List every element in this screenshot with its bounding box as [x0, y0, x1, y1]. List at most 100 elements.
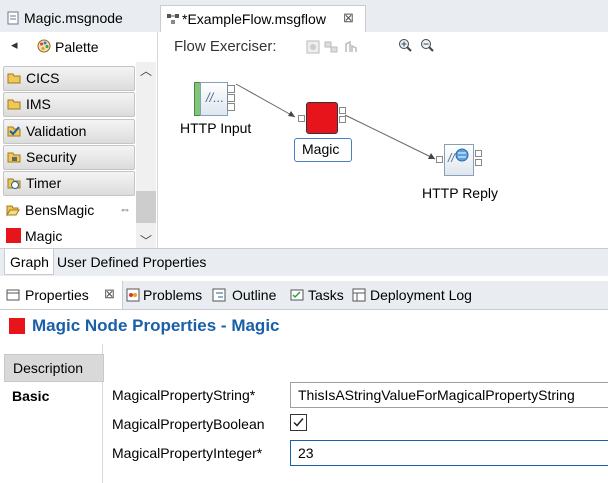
http-input-icon: //... [200, 82, 228, 116]
tab-problems[interactable]: Problems [124, 281, 208, 309]
boolean-property-label: MagicalPropertyBoolean [112, 416, 265, 432]
file-icon [7, 11, 19, 25]
terminal [436, 156, 443, 163]
log-icon [352, 288, 366, 302]
view-tab-bar: Properties ⊠ Problems Outline Tasks Depl… [0, 281, 608, 310]
tab-deployment-log-label: Deployment Log [370, 287, 472, 303]
drawer-validation[interactable]: Validation [3, 119, 135, 144]
drawer-bensmagic[interactable]: BensMagic ⇔ [3, 199, 133, 222]
drawer-security[interactable]: Security [3, 145, 135, 170]
checkmark-folder-icon [7, 126, 21, 137]
flow-canvas[interactable]: Flow Exerciser: //... HTTP Input Magic /… [158, 32, 608, 248]
section-basic[interactable]: Basic [4, 382, 102, 408]
tab-exampleflow-msgflow[interactable]: *ExampleFlow.msgflow ⊠ [160, 5, 366, 33]
integer-property-label: MagicalPropertyInteger* [112, 445, 263, 461]
globe-icon [455, 148, 469, 162]
scroll-up-icon[interactable]: ︿ [140, 62, 152, 79]
magic-node[interactable] [298, 102, 348, 136]
magic-node-label-box[interactable]: Magic [294, 138, 352, 162]
tab-deployment-log[interactable]: Deployment Log [350, 281, 486, 309]
palette-header: ◂ Palette [0, 32, 157, 60]
scroll-down-icon[interactable]: ﹀ [140, 232, 152, 249]
tab-properties-label: Properties [25, 287, 89, 303]
magic-node-icon [9, 318, 25, 334]
palette-item-magic-label: Magic [25, 228, 63, 244]
tab-magic-msgnode-label: Magic.msgnode [24, 10, 123, 26]
drawer-cics-label: CICS [26, 70, 60, 86]
tab-udp-label: User Defined Properties [57, 254, 207, 270]
tab-magic-msgnode[interactable]: Magic.msgnode [0, 5, 155, 32]
terminal [227, 103, 235, 111]
tab-user-defined-properties[interactable]: User Defined Properties [54, 249, 218, 274]
terminal [339, 116, 346, 123]
flow-connections [235, 83, 436, 160]
http-input-node[interactable]: //... [194, 82, 235, 116]
terminal [475, 150, 482, 157]
connection-magic-to-reply [344, 114, 436, 160]
section-list: Description Basic [4, 344, 104, 483]
string-property-label: MagicalPropertyString* [112, 387, 256, 403]
tab-exampleflow-label: *ExampleFlow.msgflow [182, 11, 326, 27]
properties-panel: Magic Node Properties - Magic Descriptio… [0, 310, 608, 483]
close-tab-icon[interactable]: ⊠ [343, 10, 354, 26]
magic-node-icon [6, 228, 21, 243]
connection-input-to-magic [235, 83, 296, 118]
section-description[interactable]: Description [4, 354, 104, 382]
close-tab-icon[interactable]: ⊠ [104, 286, 115, 302]
drawer-ims-label: IMS [26, 96, 51, 112]
properties-title: Magic Node Properties - Magic [32, 316, 280, 335]
terminal [227, 85, 235, 93]
http-reply-label: HTTP Reply [422, 185, 498, 201]
drawer-timer[interactable]: Timer [3, 171, 135, 196]
editor-tab-bar: Magic.msgnode *ExampleFlow.msgflow ⊠ [0, 0, 608, 33]
tab-outline[interactable]: Outline [210, 281, 286, 309]
drawer-validation-label: Validation [26, 123, 87, 139]
drawer-security-label: Security [26, 149, 77, 165]
pin-drawer-icon[interactable]: ⇔ [119, 202, 131, 216]
palette-scrollbar[interactable]: ︿ ﹀ [136, 62, 156, 248]
tab-outline-label: Outline [232, 287, 277, 303]
tab-problems-label: Problems [143, 287, 203, 303]
checkmark-icon [293, 418, 304, 427]
terminal [475, 159, 482, 166]
boolean-property-checkbox[interactable] [290, 414, 307, 431]
tab-tasks[interactable]: Tasks [288, 281, 346, 309]
terminal [298, 115, 305, 122]
clock-folder-icon [7, 178, 21, 189]
integer-property-input[interactable]: 23 [290, 440, 608, 466]
tab-graph[interactable]: Graph [4, 249, 54, 275]
properties-icon [6, 289, 20, 301]
terminal [227, 94, 235, 102]
tasks-icon [290, 289, 304, 301]
scrollbar-thumb[interactable] [136, 191, 156, 223]
collapse-palette-icon[interactable]: ◂ [11, 37, 18, 53]
problems-icon [126, 288, 140, 302]
open-folder-icon [6, 205, 20, 217]
terminal [339, 107, 346, 114]
folder-icon [7, 73, 21, 84]
section-description-label: Description [13, 360, 84, 376]
drawer-cics[interactable]: CICS [3, 66, 135, 91]
tab-tasks-label: Tasks [308, 287, 344, 303]
drawer-bensmagic-label: BensMagic [25, 202, 95, 218]
drawer-ims[interactable]: IMS [3, 92, 135, 117]
string-property-input[interactable]: ThisIsAStringValueForMagicalPropertyStri… [290, 382, 608, 408]
magic-node-label: Magic [302, 141, 340, 157]
lock-folder-icon [7, 152, 21, 163]
section-basic-label: Basic [12, 388, 50, 404]
integer-property-value: 23 [298, 445, 314, 461]
magic-node-box [306, 102, 338, 134]
string-property-value: ThisIsAStringValueForMagicalPropertyStri… [298, 387, 575, 403]
editor-bottom-tabs: Graph User Defined Properties [0, 248, 608, 276]
http-reply-node[interactable]: // [436, 144, 482, 178]
palette-title: Palette [55, 39, 99, 55]
http-reply-icon: // [444, 144, 474, 176]
drawer-timer-label: Timer [26, 175, 62, 191]
tab-graph-label: Graph [10, 254, 49, 270]
folder-icon [7, 99, 21, 110]
palette-panel: ◂ Palette CICS IMS Validation Security T… [0, 32, 158, 248]
msgflow-file-icon [167, 14, 179, 24]
tab-properties[interactable]: Properties ⊠ [0, 281, 123, 309]
palette-item-magic[interactable]: Magic [3, 225, 133, 248]
palette-icon [37, 39, 51, 53]
